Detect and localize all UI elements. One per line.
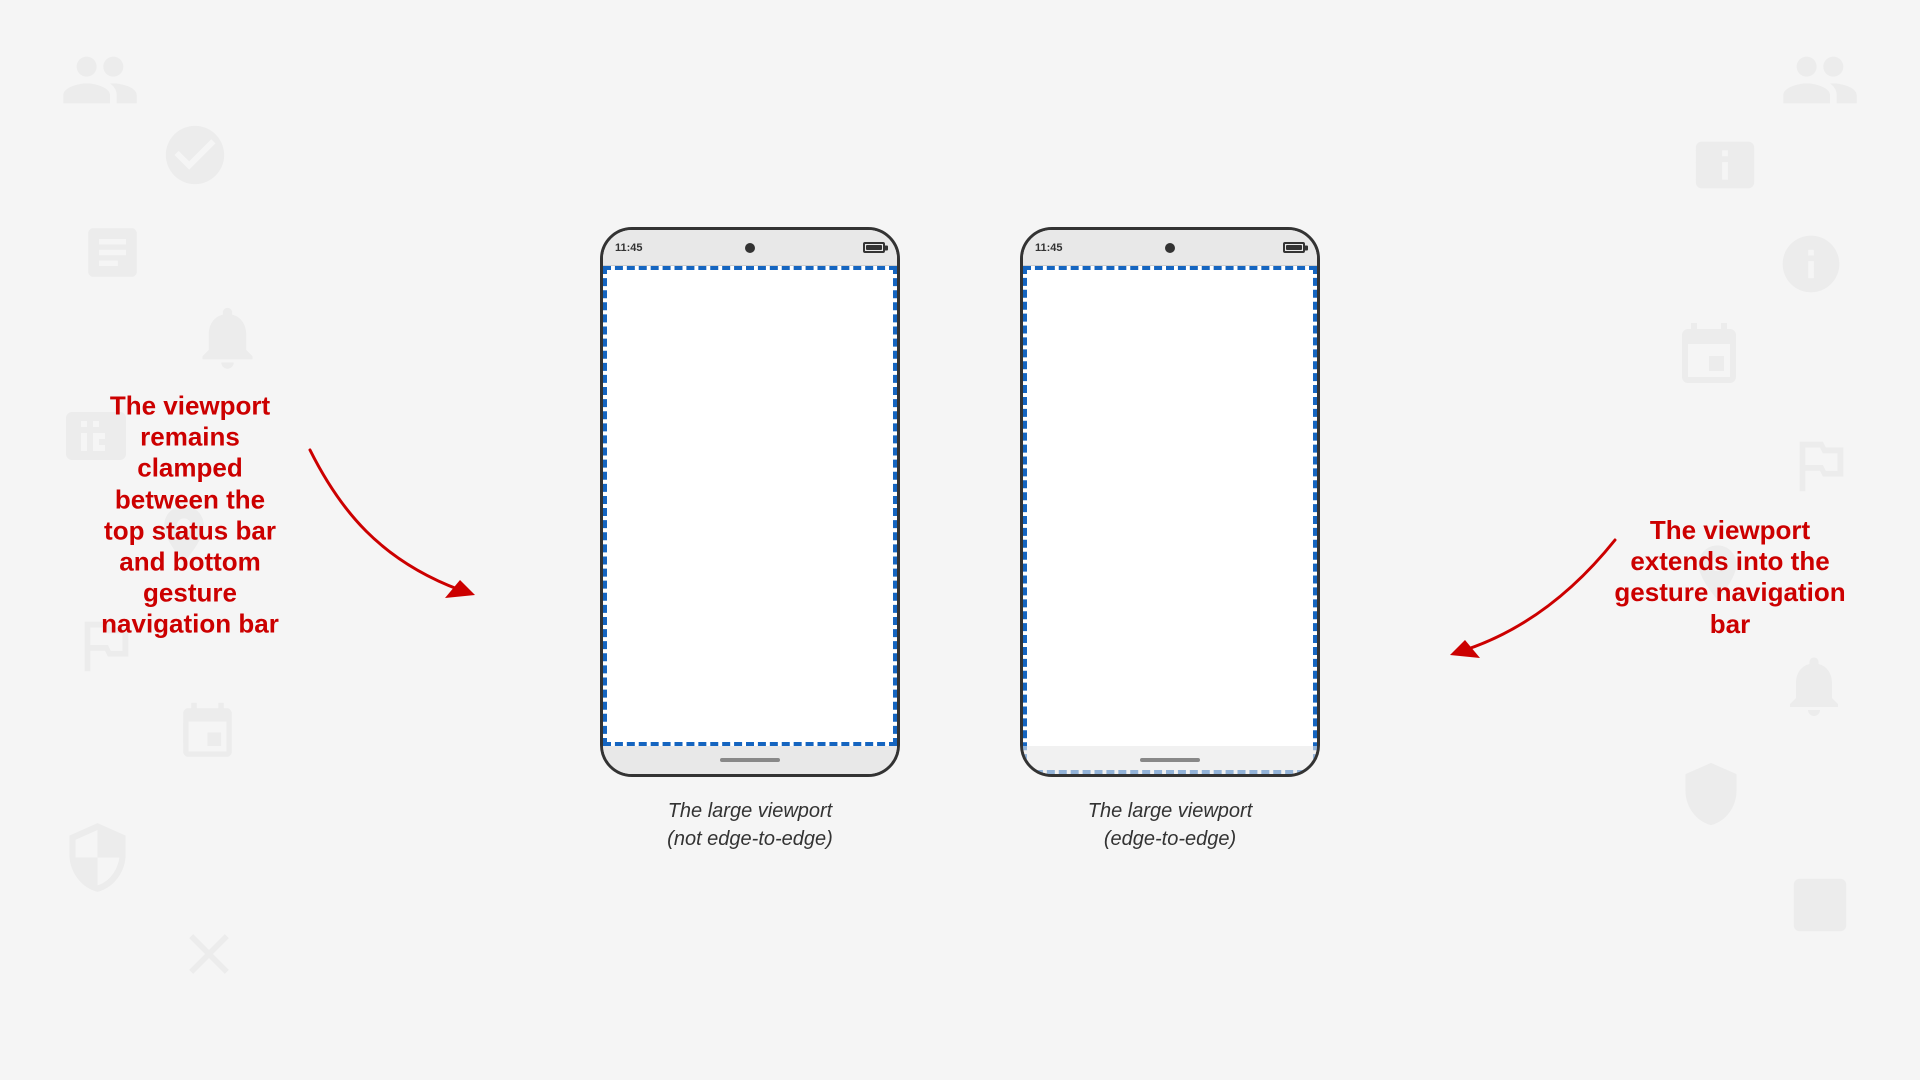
right-camera-dot [1165,243,1175,253]
right-caption-line1: The large viewport [1088,797,1253,825]
right-caption-line2: (edge-to-edge) [1088,825,1253,853]
right-status-bar: 11:45 [1023,230,1317,266]
right-battery-icon [1283,242,1305,253]
right-phone-mockup: 11:45 [1020,227,1320,777]
right-status-time: 11:45 [1035,242,1063,254]
right-gesture-handle [1140,758,1200,762]
right-gesture-bar [1023,746,1317,774]
right-viewport-area [1023,266,1317,774]
left-camera-dot [745,243,755,253]
left-phone-mockup: 11:45 [600,227,900,777]
left-battery-icon [863,242,885,253]
left-caption-line2: (not edge-to-edge) [667,825,833,853]
right-annotation: The viewportextends into thegesture navi… [1600,515,1860,640]
right-battery-fill [1286,245,1302,250]
right-battery-body [1283,242,1305,253]
left-gesture-handle [720,758,780,762]
right-phone-caption: The large viewport (edge-to-edge) [1088,797,1253,853]
right-annotation-text: The viewportextends into thegesture navi… [1600,515,1860,640]
left-battery-body [863,242,885,253]
right-arrow-svg [1435,520,1635,680]
left-viewport-area [603,266,897,746]
left-status-bar: 11:45 [603,230,897,266]
left-phone-wrapper: 11:45 The large viewport (not edge-to-ed… [600,227,900,853]
left-gesture-bar [603,746,897,774]
left-caption-line1: The large viewport [667,797,833,825]
left-battery-fill [866,245,882,250]
right-phone-wrapper: 11:45 The large viewport (edge-to-edge) [1020,227,1320,853]
left-phone-caption: The large viewport (not edge-to-edge) [667,797,833,853]
left-arrow-svg [280,430,500,630]
left-status-time: 11:45 [615,242,643,254]
